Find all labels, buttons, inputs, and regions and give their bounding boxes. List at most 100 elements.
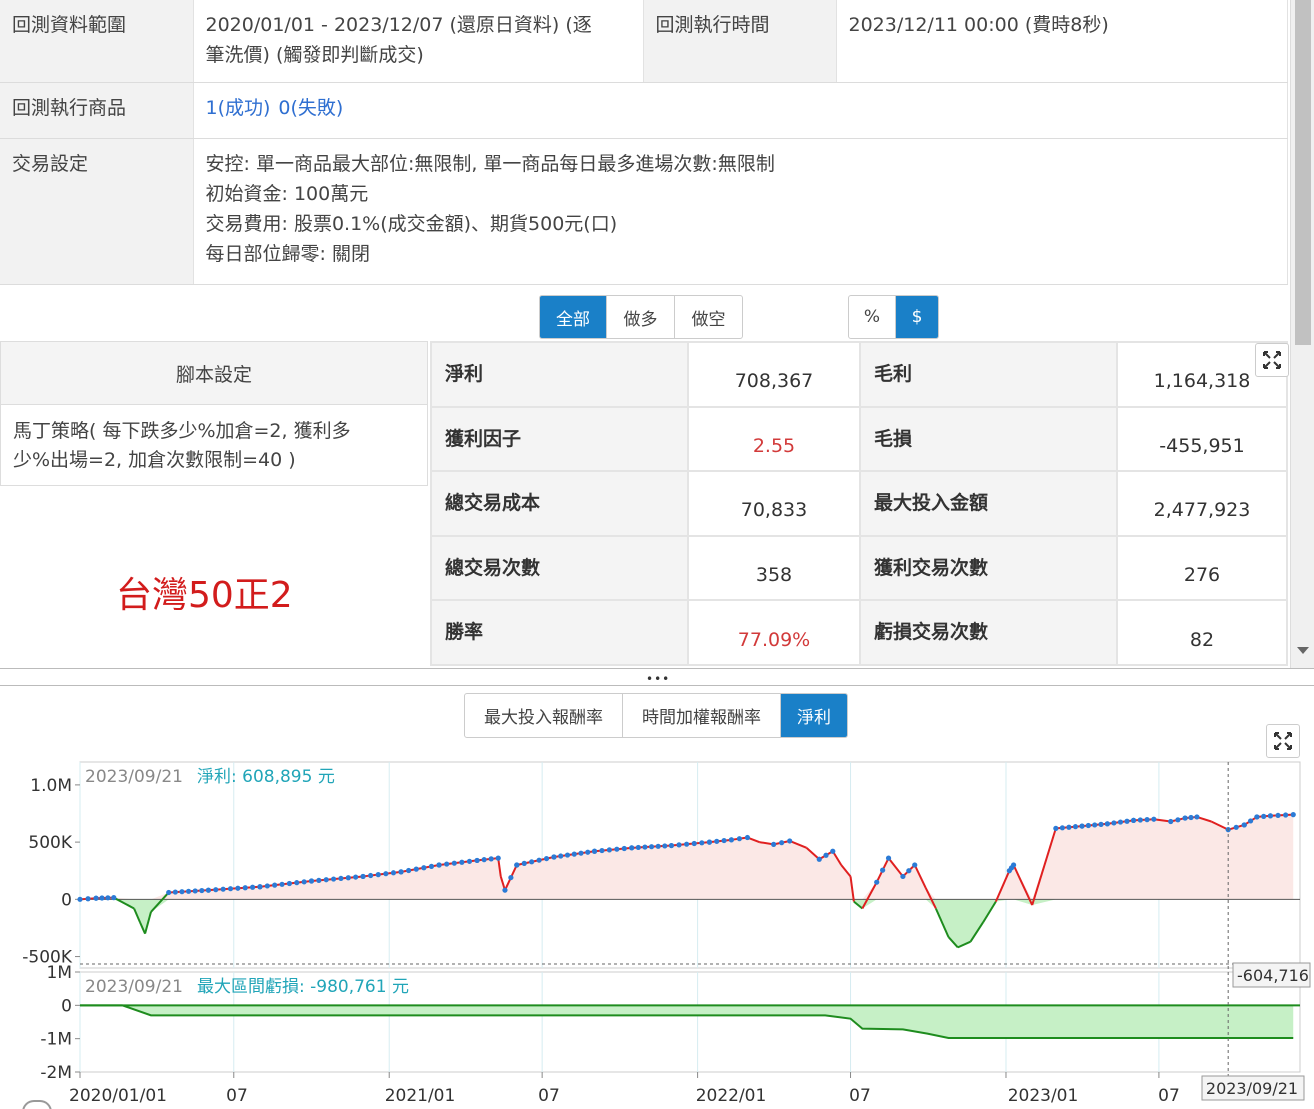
expand-icon xyxy=(1263,351,1281,369)
net-profit-line-segment xyxy=(849,876,855,902)
trade-marker xyxy=(830,848,836,854)
net-profit-line-segment xyxy=(759,841,774,846)
trade-marker xyxy=(242,885,248,891)
trade-marker xyxy=(220,886,226,892)
net-profit-line-segment xyxy=(1210,820,1229,831)
drawdown-line xyxy=(80,1004,1294,1040)
trade-marker xyxy=(880,867,886,873)
net-profit-line-segment xyxy=(497,857,502,877)
trade-marker xyxy=(1092,822,1098,828)
tab-max-invest-return[interactable]: 最大投入報酬率 xyxy=(465,694,623,737)
trade-marker xyxy=(1053,825,1059,831)
scrollbar-thumb[interactable] xyxy=(1295,0,1311,345)
y-tick-label: 1M xyxy=(47,963,72,983)
trade-marker xyxy=(536,857,542,863)
trade-marker xyxy=(436,862,442,868)
stat-value: 358 xyxy=(687,534,861,602)
exec-time-label: 回測執行時間 xyxy=(643,0,837,83)
stat-key: 毛利 xyxy=(859,341,1118,408)
trade-marker xyxy=(1247,818,1254,824)
panel-splitter[interactable]: ••• xyxy=(0,668,1314,686)
direction-long-button[interactable]: 做多 xyxy=(607,296,675,338)
net-profit-line-segment xyxy=(476,857,499,862)
trade-marker xyxy=(172,889,178,895)
trade-marker xyxy=(684,841,690,847)
trade-marker xyxy=(1168,818,1174,825)
net-profit-line-segment xyxy=(499,876,506,891)
x-tick-label: 07 xyxy=(1158,1086,1180,1106)
trade-marker xyxy=(585,849,591,855)
y-tick-label: -2M xyxy=(40,1063,72,1083)
trade-marker xyxy=(1079,823,1085,829)
net-profit-line-segment xyxy=(957,940,971,949)
net-profit-line-segment xyxy=(1107,819,1134,825)
net-profit-line-segment xyxy=(1133,818,1154,822)
trade-marker xyxy=(1254,814,1260,820)
trade-marker xyxy=(606,847,612,853)
x-tick-label: 07 xyxy=(538,1086,560,1106)
stat-key: 淨利 xyxy=(430,341,689,408)
x-tick-label: 07 xyxy=(226,1086,248,1106)
net-profit-line-segment xyxy=(1270,813,1294,817)
tab-net-profit[interactable]: 淨利 xyxy=(781,694,847,737)
trade-marker xyxy=(1275,812,1281,819)
stat-key: 總交易成本 xyxy=(430,470,689,537)
direction-all-button[interactable]: 全部 xyxy=(540,296,607,338)
net-profit-line-segment xyxy=(504,864,518,891)
net-profit-line-segment xyxy=(831,850,843,866)
trade-marker xyxy=(99,895,105,901)
exec-time-value-text: 2023/12/11 00:00 (費時8秒) xyxy=(848,14,1109,36)
stats-row: 淨利 708,367 毛利 1,164,318 xyxy=(430,341,1288,408)
unit-dollar-button[interactable]: $ xyxy=(896,296,938,338)
trade-marker xyxy=(474,857,480,864)
trade-marker xyxy=(564,852,571,858)
net-profit-line-segment xyxy=(113,896,135,910)
trade-marker xyxy=(308,878,315,884)
trade-marker xyxy=(444,861,450,867)
products-success-link[interactable]: 1(成功) xyxy=(206,97,271,119)
stats-expand-button[interactable] xyxy=(1255,343,1289,377)
page-scrollbar[interactable] xyxy=(1290,0,1314,668)
trade-marker xyxy=(578,850,584,856)
trade-marker xyxy=(721,837,727,844)
stat-value: 82 xyxy=(1116,599,1288,666)
backtest-report: 回測資料範圍 2020/01/01 - 2023/12/07 (還原日資料) (… xyxy=(0,0,1314,1109)
trade-marker xyxy=(1104,821,1110,827)
drawdown-plot-area xyxy=(79,971,1301,1073)
drag-handle-icon[interactable]: ••• xyxy=(646,672,670,686)
trade-marker xyxy=(481,857,487,863)
net-profit-line-segment xyxy=(631,844,672,849)
unit-percent-button[interactable]: % xyxy=(849,296,896,338)
net-profit-line-segment xyxy=(773,839,790,846)
tooltip-date: 2023/09/21 xyxy=(85,977,183,997)
trade-marker xyxy=(714,838,720,844)
net-profit-line-segment xyxy=(731,836,748,841)
trade-settings-label: 交易設定 xyxy=(0,138,194,285)
trade-marker xyxy=(474,857,480,864)
trade-marker xyxy=(235,885,241,891)
stat-value: -455,951 xyxy=(1116,405,1288,473)
exec-time-value: 2023/12/11 00:00 (費時8秒) xyxy=(836,0,1288,83)
y-tick-label: -1M xyxy=(40,1030,72,1050)
trade-marker xyxy=(375,872,381,878)
range-value-line1: 2020/01/01 - 2023/12/07 (還原日資料) (逐 xyxy=(205,14,592,36)
products-label: 回測執行商品 xyxy=(0,82,194,139)
trade-marker xyxy=(912,862,918,868)
direction-short-button[interactable]: 做空 xyxy=(675,296,742,338)
chart-expand-button[interactable] xyxy=(1266,724,1300,758)
trade-marker xyxy=(629,845,635,851)
trade-marker xyxy=(1079,823,1085,829)
products-fail-link[interactable]: 0(失敗) xyxy=(278,97,343,119)
net-profit-line-segment xyxy=(861,881,878,909)
net-profit-line-segment xyxy=(168,889,209,894)
scroll-down-icon[interactable] xyxy=(1297,647,1309,654)
trade-marker xyxy=(1130,817,1137,823)
tab-time-weighted-return[interactable]: 時間加權報酬率 xyxy=(623,694,781,737)
trade-marker xyxy=(1098,821,1104,827)
products-links: 1(成功) 0(失敗) xyxy=(206,97,352,119)
stat-key: 總交易次數 xyxy=(430,534,689,602)
stats-row: 總交易成本 70,833 最大投入金額 2,477,923 xyxy=(430,470,1288,537)
net-profit-line-segment xyxy=(1081,822,1108,828)
net-profit-line-segment xyxy=(902,864,916,878)
net-profit-line-segment xyxy=(969,921,985,943)
